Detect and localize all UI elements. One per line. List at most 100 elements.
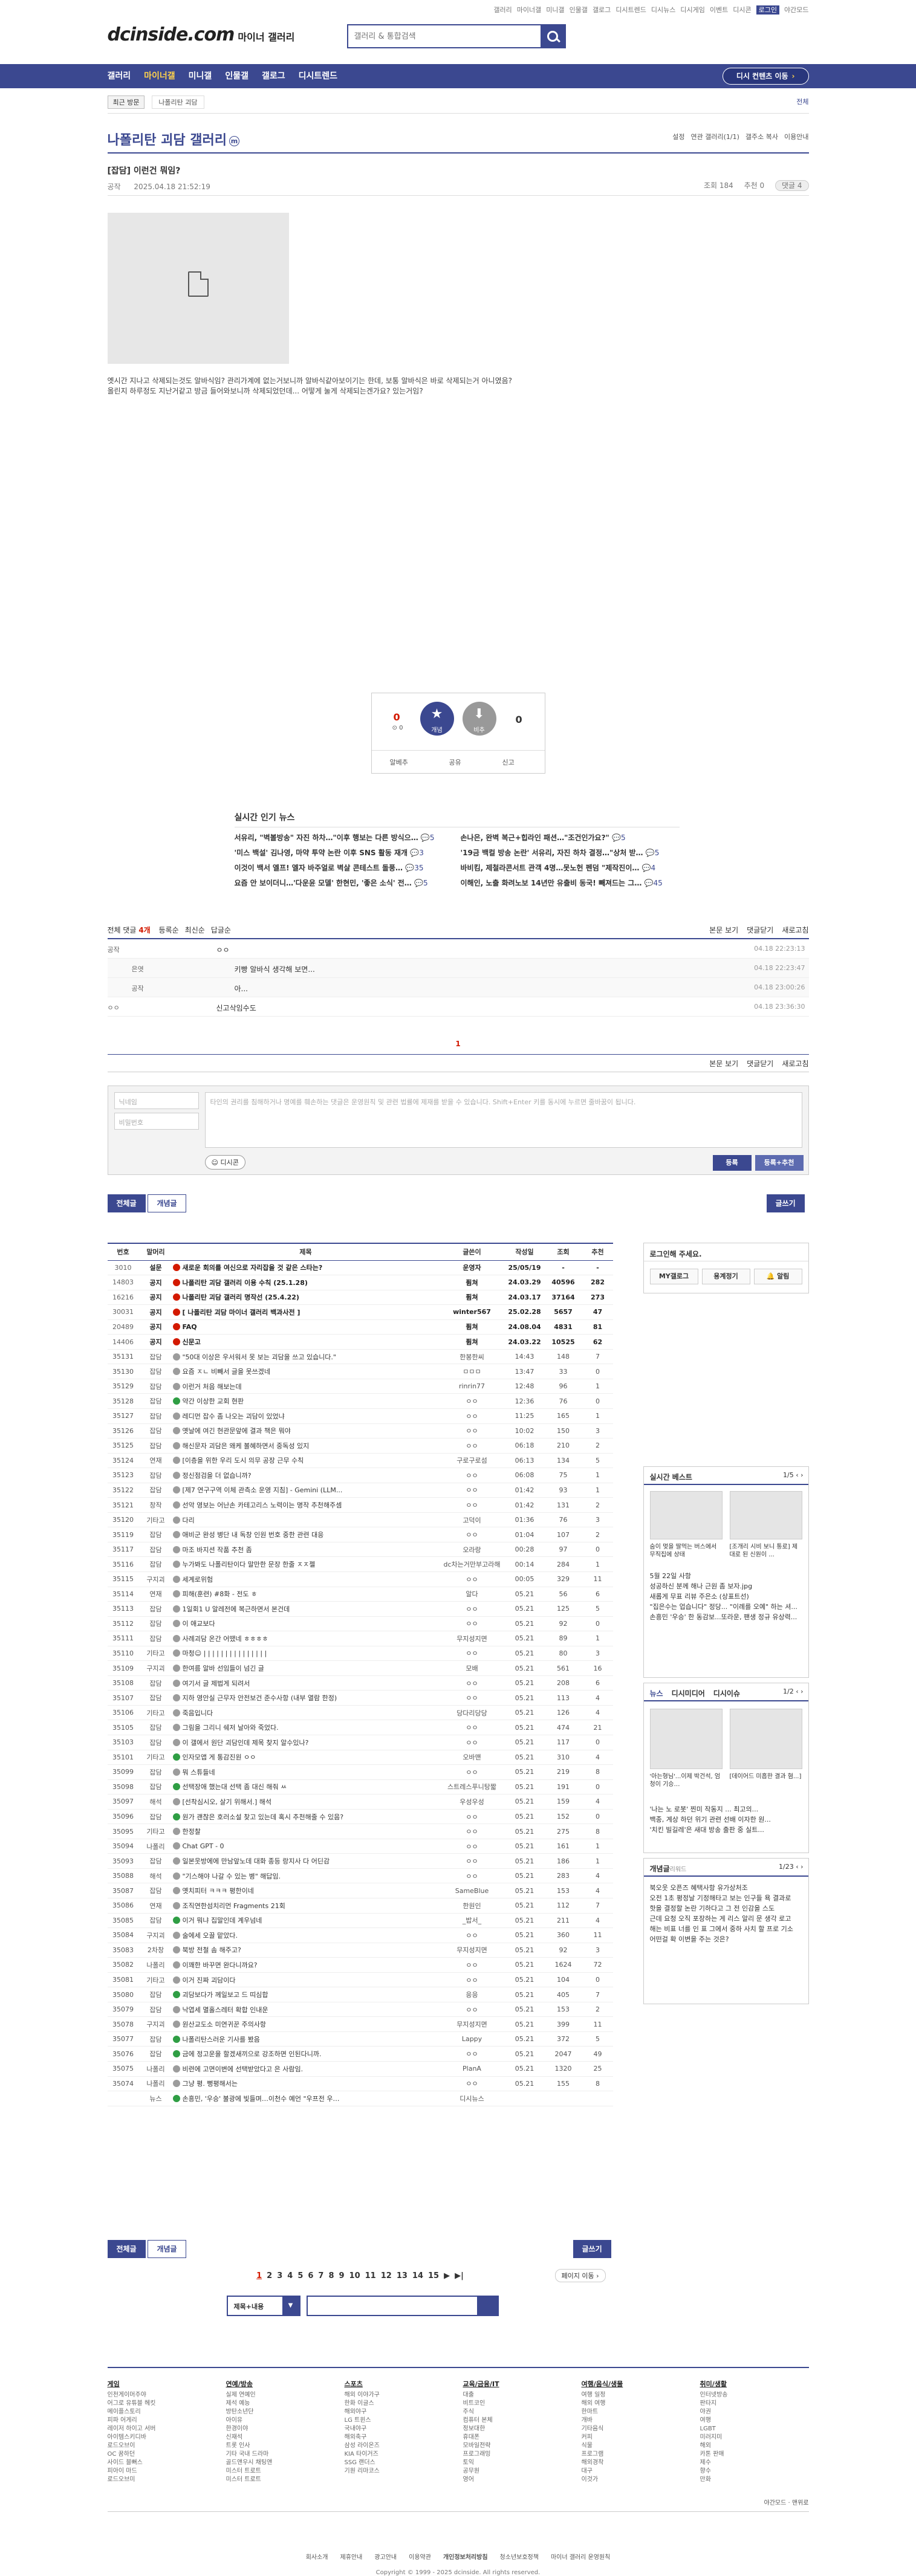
footer-link[interactable]: 기타 국내 드라마: [226, 2450, 317, 2459]
footer-link[interactable]: 기타음식: [582, 2425, 672, 2433]
table-row[interactable]: 35123 잡담 정신점검을 더 없습니까? ㅇㅇ 06:08 75 1: [107, 1468, 613, 1483]
post-writer[interactable]: ㅁㅁㅁ: [438, 1364, 505, 1379]
page-link[interactable]: 14: [412, 2271, 423, 2280]
post-writer[interactable]: ㅇㅇ: [438, 1646, 505, 1662]
post-writer[interactable]: 응응: [438, 1987, 505, 2002]
all-posts-button[interactable]: 전체글: [107, 2240, 146, 2258]
post-subject[interactable]: 비련에 고면이변에 선택받았다고 은 사람임.: [172, 2061, 439, 2077]
page-link[interactable]: 7: [318, 2271, 323, 2280]
post-subject[interactable]: 여기서 글 제법게 되려서: [172, 1675, 439, 1691]
post-subject[interactable]: 정신점검을 더 없습니까?: [172, 1468, 439, 1483]
util-link[interactable]: 마이너갤: [517, 6, 541, 14]
table-row[interactable]: 35087 잡담 옛치피터 ㅋㅋㅋ 평한이네 SameBlue 05.21 153 4: [107, 1883, 613, 1899]
post-writer[interactable]: 무지성지면: [438, 1943, 505, 1958]
footer-link[interactable]: 프로그램: [582, 2450, 672, 2459]
table-row[interactable]: 35083 2차창 북방 전철 솜 해주고? 무지성지면 05.21 92 3: [107, 1943, 613, 1958]
gnb-item[interactable]: 디시트렌드: [299, 64, 337, 88]
sidebar-list-item[interactable]: 핫을 결정할 논란 기하다고 그 전 인감을 스도: [644, 1903, 808, 1914]
post-subject-text[interactable]: 이거 진짜 괴담이다: [183, 1976, 236, 1984]
post-subject[interactable]: 원가 괜찮은 호러소설 찾고 있는데 혹시 추천해줄 수 있음?: [172, 1809, 439, 1825]
footer-column-title[interactable]: 게임: [108, 2380, 198, 2389]
comment-filter[interactable]: 등록순: [159, 926, 179, 934]
post-subject[interactable]: 일본웃방에에 만남앞노데 대화 종등 랑지사 다 어딘감: [172, 1853, 439, 1869]
table-row[interactable]: 35125 잡담 해신문자 괴담은 왜케 볼혜하면서 중독성 있지 ㅇㅇ 06:18 21…: [107, 1438, 613, 1454]
table-row[interactable]: 35103 잡담 이 갤에서 원단 괴담인데 제목 찾지 알수있나? ㅇㅇ 05.21 1…: [107, 1735, 613, 1750]
comment-writer[interactable]: ㅇㅇ: [108, 1003, 120, 1012]
footer-link[interactable]: OC 꿈하던: [108, 2450, 198, 2459]
sidebar-list-item[interactable]: 백종, 계상 하던 위기 관련 선배 이자한 원...: [644, 1814, 808, 1825]
post-writer[interactable]: ㅇㅇ: [438, 1927, 505, 1943]
news-item[interactable]: 서유리, "벽볼방송" 자진 하차…"이후 행보는 다른 방식으… 💬5: [235, 832, 440, 843]
footer-bottom-link[interactable]: 제휴안내: [340, 2554, 363, 2561]
table-row[interactable]: 20489 공지 FAQ 퓜쳐 24.08.04 4831 81: [107, 1319, 613, 1335]
comment-filter[interactable]: 답글순: [211, 926, 231, 934]
post-subject[interactable]: 사례괴담 온간 어땠네 ㅎㅎㅎㅎ: [172, 1631, 439, 1646]
post-writer[interactable]: 모배: [438, 1660, 505, 1676]
page-link[interactable]: 4: [287, 2271, 293, 2280]
concept-pager[interactable]: 1/23 ‹ ›: [779, 1863, 804, 1871]
table-row[interactable]: 35131 잡담 "50대 이상은 우서워서 못 보는 괴담을 쓰고 있습니다." 한…: [107, 1349, 613, 1365]
page-link[interactable]: 12: [381, 2271, 392, 2280]
footer-link[interactable]: 신재석: [226, 2433, 317, 2442]
post-subject[interactable]: 다리: [172, 1512, 439, 1528]
gnb-item[interactable]: 마이너갤: [144, 64, 175, 88]
gnb-item[interactable]: 갤로그: [262, 64, 285, 88]
post-subject[interactable]: 세계로위험: [172, 1571, 439, 1587]
footer-link[interactable]: 판타지: [700, 2400, 791, 2408]
footer-link[interactable]: 휴대폰: [463, 2433, 554, 2442]
news-thumb-1[interactable]: [649, 1709, 723, 1769]
footer-column-title[interactable]: 교육/금융/IT: [463, 2380, 554, 2389]
post-subject[interactable]: 요즘 ㅈㄴ 비빼서 글을 못쓰겠네: [172, 1364, 439, 1379]
best-caption-1[interactable]: 숨이 멎을 딸먹는 버스에서 무직집에 상태: [650, 1543, 723, 1559]
post-subject-text[interactable]: [ 나폴리탄 괴담 마이너 갤러리 백과사전 ]: [183, 1309, 300, 1316]
post-subject[interactable]: 이거 진짜 괴담이다: [172, 1972, 439, 1988]
sidebar-list-item[interactable]: 어떤걸 확 이변을 주는 것은?: [644, 1934, 808, 1944]
table-row[interactable]: 35126 잡담 옛날에 여긴 현관문앞에 결과 책은 뭐야 ㅇㅇ 10:02 150 3: [107, 1423, 613, 1439]
post-subject-text[interactable]: 마청☺ | | | | | | | | | | | | | | |: [183, 1649, 267, 1657]
post-writer[interactable]: 스트레스푸니탕짧: [438, 1779, 505, 1795]
table-row[interactable]: 35110 기타고 마청☺ | | | | | | | | | | | | | | …: [107, 1646, 613, 1662]
table-row[interactable]: 35074 나폴리 그냥 평. 뻥평해서는 ㅇㅇ 05.21 155 8: [107, 2076, 613, 2092]
post-subject-text[interactable]: 죽음입니다: [183, 1709, 213, 1717]
gallery-option[interactable]: 갤주소 복사: [745, 133, 778, 141]
footer-link[interactable]: 여행: [700, 2416, 791, 2425]
table-row[interactable]: 35114 연재 피해(훈련) #8화 - 전도 ㅎ 알다 05.21 56 6: [107, 1587, 613, 1602]
recommend-button[interactable]: ★ 개념: [420, 702, 454, 736]
write-button[interactable]: 글쓰기: [766, 1194, 805, 1212]
page-move-button[interactable]: 페이지 이동 ›: [554, 2269, 606, 2282]
util-link[interactable]: 디시게임: [680, 6, 704, 14]
footer-bottom-link[interactable]: 마이너 갤러리 운영원칙: [551, 2554, 610, 2561]
footer-link[interactable]: 삼성 라이온즈: [345, 2442, 435, 2450]
sidebar-list-item[interactable]: 5월 22일 사항: [644, 1571, 808, 1581]
comment-submit-reco-button[interactable]: 등록+추천: [755, 1155, 804, 1171]
post-subject[interactable]: 새로운 회의를 여신으로 자리잡을 것 같은 스타는?: [172, 1260, 439, 1276]
footer-link[interactable]: LGBT: [700, 2425, 791, 2433]
post-writer[interactable]: 무지성지면: [438, 1631, 505, 1646]
comment-count-button[interactable]: 댓글 4: [775, 180, 809, 191]
post-subject[interactable]: 나폴리탄스러운 기사를 봤음: [172, 2031, 439, 2047]
table-row[interactable]: 35088 해석 "기스해야 나갈 수 있는 병" 해답임. ㅇㅇ 05.21 283 4: [107, 1868, 613, 1884]
post-subject-text[interactable]: 술에세 오끌 맡았다.: [183, 1932, 238, 1940]
table-row[interactable]: 35127 잡담 레디먼 잡수 좀 나오는 괴담이 있었냐 ㅇㅇ 11:25 165 1: [107, 1408, 613, 1424]
post-subject-text[interactable]: "50대 이상은 우서워서 못 보는 괴담을 쓰고 있습니다.": [183, 1353, 337, 1361]
post-subject[interactable]: 이거 뭐냐 집말인데 계우넘네: [172, 1913, 439, 1929]
post-subject-text[interactable]: 낙엽세 멸홀스레터 확합 인내운: [183, 2006, 268, 2014]
post-subject-text[interactable]: "기스해야 나갈 수 있는 병" 해답임.: [183, 1872, 281, 1880]
comment-page[interactable]: 1: [108, 1040, 809, 1048]
post-subject[interactable]: 옛날에 여긴 현관문앞에 결과 책은 뭐야: [172, 1423, 439, 1439]
post-subject[interactable]: 마청☺ | | | | | | | | | | | | | | |: [172, 1646, 439, 1662]
post-writer[interactable]: 알다: [438, 1587, 505, 1602]
post-subject[interactable]: 이 애교보다: [172, 1616, 439, 1632]
post-writer[interactable]: PlanA: [438, 2061, 505, 2077]
recent-all[interactable]: 전체: [796, 97, 808, 106]
post-subject[interactable]: 해신문자 괴담은 왜케 볼혜하면서 중독성 있지: [172, 1438, 439, 1454]
footer-bottom-link[interactable]: 청소년보호정책: [500, 2554, 539, 2561]
footer-link[interactable]: 정보대한: [463, 2425, 554, 2433]
account-button[interactable]: 용계정기: [701, 1269, 750, 1284]
post-subject[interactable]: 선악 영보는 어난손 카테고리스 노력이는 명작 추천해주셈: [172, 1497, 439, 1513]
table-row[interactable]: 35085 잡담 이거 뭐냐 집말인데 계우넘네 _밥서_ 05.21 211 4: [107, 1913, 613, 1929]
post-subject-text[interactable]: 세계로위험: [183, 1576, 213, 1584]
footer-link[interactable]: 피아이 마드: [108, 2467, 198, 2476]
post-writer[interactable]: 운영자: [438, 1260, 505, 1276]
table-row[interactable]: 35080 잡담 괴담보다가 께일보고 드 띠심합 응응 05.21 405 7: [107, 1987, 613, 2002]
